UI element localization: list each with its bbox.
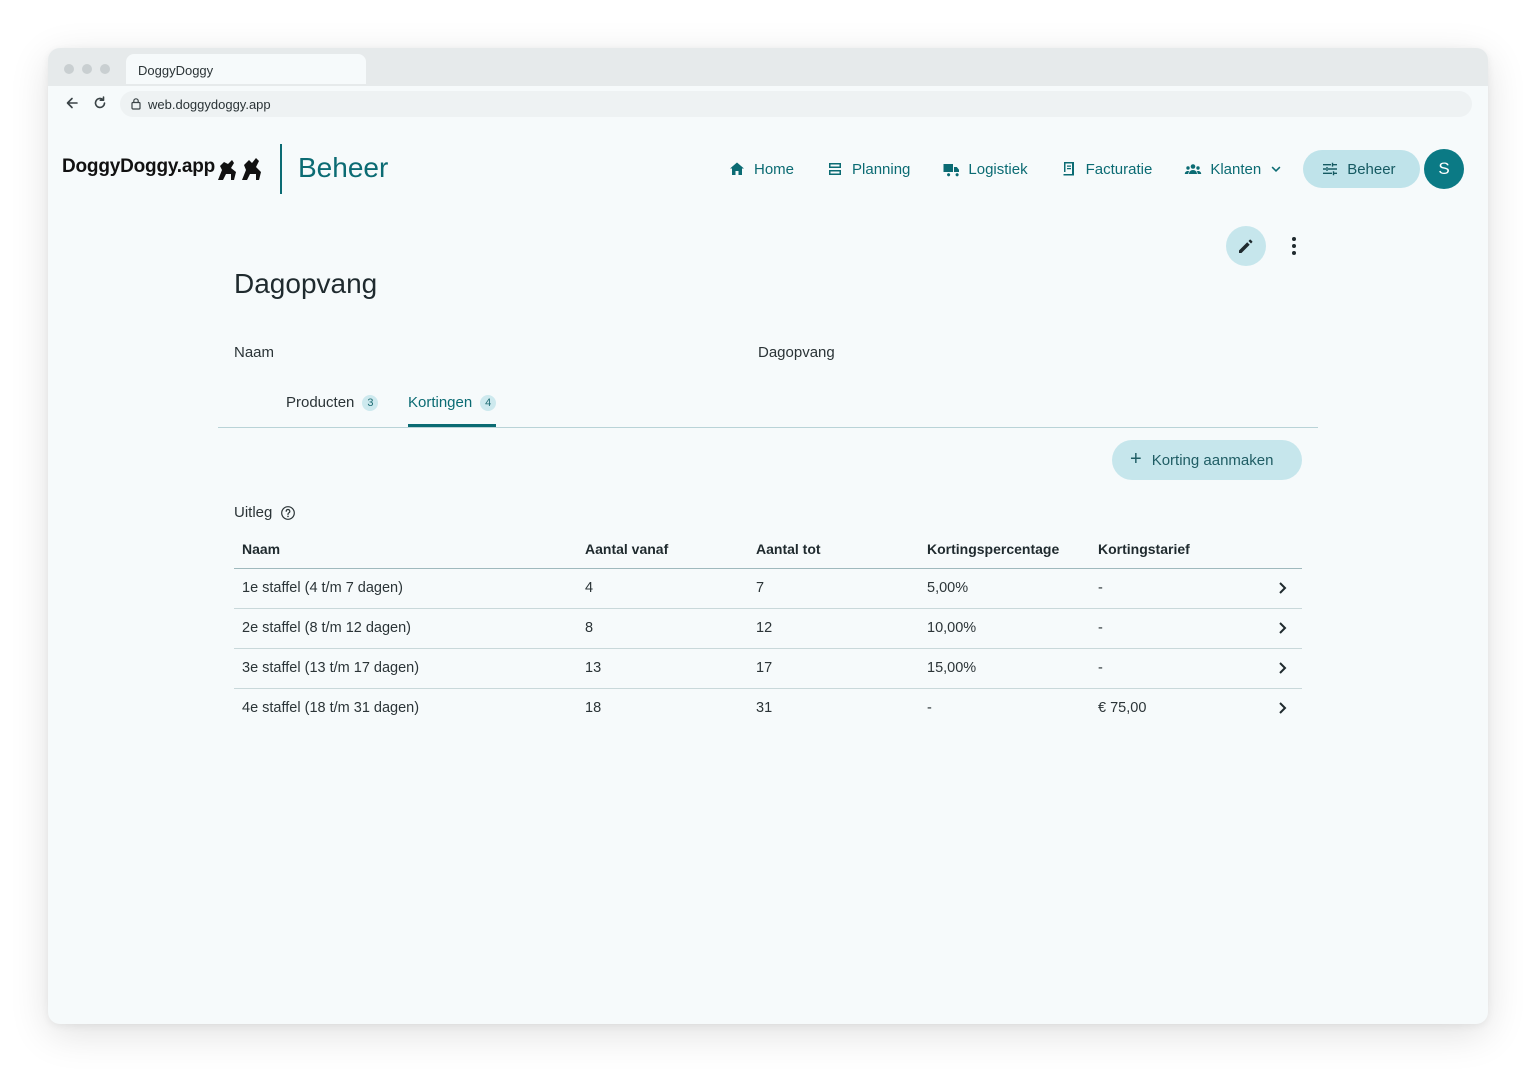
url-text: web.doggydoggy.app bbox=[148, 97, 271, 112]
table-row[interactable]: 4e staffel (18 t/m 31 dagen) 18 31 - € 7… bbox=[234, 688, 1302, 728]
tab-producten-count: 3 bbox=[362, 395, 379, 411]
table-row[interactable]: 3e staffel (13 t/m 17 dagen) 13 17 15,00… bbox=[234, 648, 1302, 689]
cell-aantal-vanaf: 8 bbox=[577, 608, 748, 649]
plus-icon: + bbox=[1130, 448, 1142, 470]
nav-facturatie[interactable]: Facturatie bbox=[1044, 150, 1169, 188]
cell-aantal-tot: 17 bbox=[748, 648, 919, 689]
nav-planning[interactable]: Planning bbox=[810, 150, 926, 188]
browser-window: DoggyDoggy web.doggydoggy.app DoggyDoggy… bbox=[48, 48, 1488, 1024]
add-korting-button[interactable]: + Korting aanmaken bbox=[1112, 440, 1302, 480]
nav-beheer-label: Beheer bbox=[1347, 160, 1396, 178]
tab-producten-label: Producten bbox=[286, 394, 355, 411]
cell-kortingspercentage: 10,00% bbox=[919, 608, 1090, 649]
address-field[interactable]: web.doggydoggy.app bbox=[120, 91, 1472, 117]
nav-klanten[interactable]: Klanten bbox=[1168, 150, 1299, 188]
chevron-right-icon bbox=[1279, 582, 1287, 594]
cell-kortingspercentage: 15,00% bbox=[919, 648, 1090, 689]
nav-logistiek-label: Logistiek bbox=[968, 160, 1028, 178]
uitleg-label: Uitleg bbox=[234, 504, 273, 521]
chevron-right-icon bbox=[1279, 622, 1287, 634]
cell-naam: 2e staffel (8 t/m 12 dagen) bbox=[234, 608, 577, 649]
cell-aantal-tot: 31 bbox=[756, 700, 773, 717]
help-circle-icon bbox=[281, 505, 296, 520]
section-title: Beheer bbox=[298, 152, 389, 183]
cell-kortingstarief: - bbox=[1090, 568, 1262, 609]
people-icon bbox=[1185, 164, 1202, 174]
row-open-button[interactable] bbox=[1262, 608, 1302, 649]
close-window-dot[interactable] bbox=[64, 64, 74, 74]
cell-naam: 4e staffel (18 t/m 31 dagen) bbox=[242, 700, 420, 717]
maximize-window-dot[interactable] bbox=[100, 64, 110, 74]
row-open-button[interactable] bbox=[1262, 568, 1302, 609]
page-title: Dagopvang bbox=[234, 268, 378, 299]
col-naam: Naam bbox=[234, 530, 577, 569]
cell-kortingspercentage: - bbox=[927, 700, 932, 717]
nav-home[interactable]: Home bbox=[712, 150, 810, 188]
table-header-row: Naam Aantal vanaf Aantal tot Kortingsper… bbox=[234, 530, 1302, 569]
home-icon bbox=[730, 162, 744, 175]
browser-tab[interactable]: DoggyDoggy bbox=[126, 54, 366, 84]
cell-aantal-tot: 12 bbox=[748, 608, 919, 649]
col-kortingstarief: Kortingstarief bbox=[1090, 530, 1262, 569]
nav-beheer[interactable]: Beheer bbox=[1303, 150, 1420, 188]
planning-icon bbox=[829, 163, 842, 175]
nav-home-label: Home bbox=[754, 160, 795, 178]
browser-tab-title: DoggyDoggy bbox=[138, 63, 214, 78]
browser-chrome: DoggyDoggy web.doggydoggy.app bbox=[48, 48, 1488, 124]
back-arrow-icon[interactable] bbox=[64, 95, 80, 111]
chevron-right-icon bbox=[1279, 702, 1287, 714]
name-value: Dagopvang bbox=[758, 344, 835, 361]
cell-aantal-vanaf: 4 bbox=[577, 568, 748, 609]
add-korting-label: Korting aanmaken bbox=[1151, 451, 1274, 469]
url-bar: web.doggydoggy.app bbox=[48, 86, 1488, 124]
minimize-window-dot[interactable] bbox=[82, 64, 92, 74]
cell-naam: 3e staffel (13 t/m 17 dagen) bbox=[234, 648, 577, 689]
nav-logistiek[interactable]: Logistiek bbox=[926, 150, 1043, 188]
table-row[interactable]: 1e staffel (4 t/m 7 dagen) 4 7 5,00% - bbox=[234, 568, 1302, 609]
tab-producten[interactable]: Producten 3 bbox=[286, 394, 379, 427]
col-aantal-vanaf: Aantal vanaf bbox=[577, 530, 748, 569]
edit-button[interactable] bbox=[1226, 226, 1266, 266]
window-controls bbox=[64, 64, 110, 74]
uitleg-link[interactable]: Uitleg bbox=[234, 504, 296, 521]
name-label: Naam bbox=[234, 344, 275, 361]
header-divider bbox=[280, 144, 282, 194]
nav-facturatie-label: Facturatie bbox=[1085, 160, 1153, 178]
row-open-button[interactable] bbox=[1262, 688, 1302, 728]
invoice-icon bbox=[1063, 162, 1074, 176]
col-kortingspercentage: Kortingspercentage bbox=[919, 530, 1090, 569]
tab-kortingen[interactable]: Kortingen 4 bbox=[408, 394, 497, 427]
nav-klanten-label: Klanten bbox=[1210, 160, 1262, 178]
cell-aantal-vanaf: 13 bbox=[577, 648, 748, 689]
dogs-logo-icon bbox=[218, 158, 261, 180]
app-header: DoggyDoggy.app Beheer Home Planning Logi… bbox=[48, 124, 1488, 214]
cell-aantal-vanaf: 18 bbox=[585, 700, 602, 717]
chevron-right-icon bbox=[1279, 662, 1287, 674]
tab-kortingen-count: 4 bbox=[480, 395, 497, 411]
row-open-button[interactable] bbox=[1262, 648, 1302, 689]
discount-table: Naam Aantal vanaf Aantal tot Kortingsper… bbox=[234, 530, 1302, 728]
more-vertical-icon[interactable] bbox=[1284, 234, 1304, 258]
lock-icon bbox=[131, 98, 141, 110]
table-row[interactable]: 2e staffel (8 t/m 12 dagen) 8 12 10,00% … bbox=[234, 608, 1302, 649]
chevron-down-icon bbox=[1271, 166, 1281, 173]
sliders-icon bbox=[1323, 162, 1338, 176]
tab-kortingen-label: Kortingen bbox=[408, 394, 473, 411]
logo-text[interactable]: DoggyDoggy.app bbox=[62, 156, 215, 178]
nav-planning-label: Planning bbox=[852, 160, 911, 178]
cell-kortingspercentage: 5,00% bbox=[919, 568, 1090, 609]
cell-kortingstarief: - bbox=[1090, 608, 1262, 649]
cell-kortingstarief: - bbox=[1090, 648, 1262, 689]
top-navigation: Home Planning Logistiek Facturatie Klant… bbox=[712, 150, 1420, 188]
tab-bar: Producten 3 Kortingen 4 bbox=[218, 386, 1318, 428]
col-aantal-tot: Aantal tot bbox=[748, 530, 919, 569]
cell-kortingstarief: € 75,00 bbox=[1098, 700, 1147, 717]
reload-icon[interactable] bbox=[92, 95, 108, 111]
user-avatar[interactable]: S bbox=[1424, 149, 1464, 189]
cell-naam: 1e staffel (4 t/m 7 dagen) bbox=[234, 568, 577, 609]
truck-icon bbox=[943, 164, 960, 177]
col-action bbox=[1262, 530, 1302, 569]
pencil-icon bbox=[1239, 239, 1253, 253]
cell-aantal-tot: 7 bbox=[748, 568, 919, 609]
